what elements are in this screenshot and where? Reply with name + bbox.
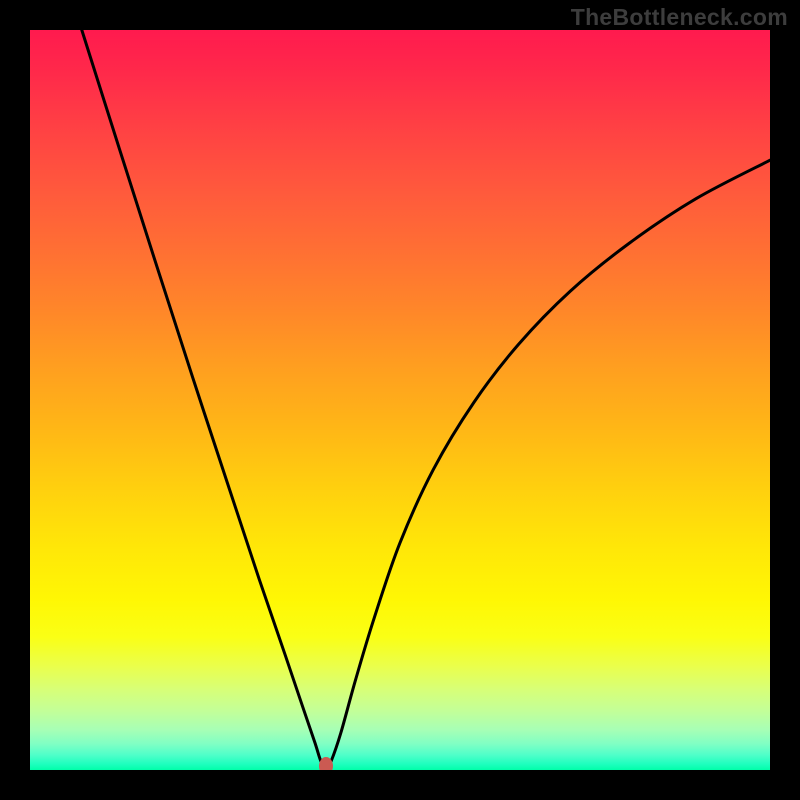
curve-layer <box>30 30 770 770</box>
plot-area <box>30 30 770 770</box>
bottleneck-curve <box>82 30 770 770</box>
watermark-text: TheBottleneck.com <box>571 4 788 31</box>
chart-frame: TheBottleneck.com <box>0 0 800 800</box>
optimum-marker <box>319 757 333 770</box>
